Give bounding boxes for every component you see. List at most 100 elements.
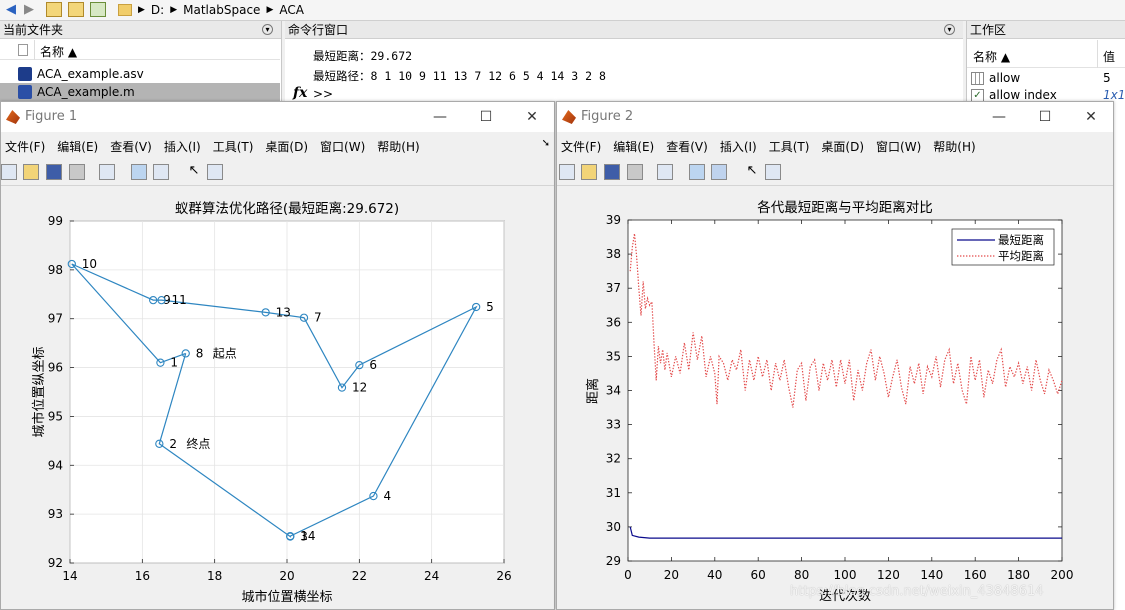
figure-1-title: Figure 1 [25,109,78,124]
y-tick-label: 95 [48,409,63,423]
file-name[interactable]: ACA_example.asv [37,67,144,81]
pane-menu-icon[interactable]: ▾ [262,24,273,35]
menu-file[interactable]: 文件(F) [557,138,609,155]
maximize-button[interactable]: ☐ [464,102,508,132]
chart-title: 蚁群算法优化路径(最短距离:29.672) [175,200,399,217]
close-button[interactable]: ✕ [510,102,554,132]
menu-insert[interactable]: 插入(I) [160,138,209,155]
breadcrumb-drive[interactable]: D: [151,3,164,17]
variable-value: 1x1 [1103,88,1125,102]
address-bar: ◀ ▶ ▶ D: ▶ MatlabSpace ▶ ACA [0,0,1125,21]
close-button[interactable]: ✕ [1069,102,1113,132]
print-icon[interactable] [69,164,85,180]
value-column-header[interactable]: 值 [1103,48,1115,65]
menu-dock-icon[interactable]: ➘ [542,138,550,149]
menu-edit[interactable]: 编辑(E) [609,138,662,155]
variable-row[interactable]: allow 5 [967,70,1125,87]
maximize-button[interactable]: ☐ [1023,102,1067,132]
figure-2-window: Figure 2 — ☐ ✕ 文件(F) 编辑(E) 查看(V) 插入(I) 工… [556,101,1114,610]
y-tick-label: 29 [606,554,621,568]
legend-icon[interactable] [153,164,169,180]
x-tick-label: 26 [496,569,511,583]
menu-file[interactable]: 文件(F) [1,138,53,155]
colorbar-icon[interactable] [131,164,147,180]
new-figure-icon[interactable] [559,164,575,180]
pane-menu-icon[interactable]: ▾ [944,24,955,35]
file-list-header[interactable]: 名称 ▲ [0,40,280,60]
breadcrumb-separator-icon: ▶ [266,5,274,15]
city-label: 6 [369,358,377,372]
menu-window[interactable]: 窗口(W) [872,138,929,155]
output-line-path: 最短路径：8 1 10 9 11 13 7 12 6 5 4 14 3 2 8 [313,69,606,83]
legend-label-shortest: 最短距离 [998,233,1044,247]
city-label: 5 [486,300,494,314]
property-inspector-icon[interactable] [207,164,223,180]
command-window-header: 命令行窗口 ▾ [285,21,963,39]
file-name[interactable]: ACA_example.m [37,85,135,99]
city-label: 11 [172,293,187,307]
menu-window[interactable]: 窗口(W) [316,138,373,155]
pointer-icon[interactable]: ↖ [186,164,202,180]
x-tick-label: 0 [624,568,632,582]
save-icon[interactable] [604,164,620,180]
file-row-selected[interactable]: ACA_example.m [0,83,280,101]
figure-2-titlebar[interactable]: Figure 2 — ☐ ✕ [557,102,1113,132]
link-plot-icon[interactable] [657,164,673,180]
figure-1-titlebar[interactable]: Figure 1 — ☐ ✕ [1,102,554,132]
figure-2-canvas: 0 20 40 60 80 100 120 140 160 180 200 29 30 31 32 33 34 3… [585,199,1073,604]
colorbar-icon[interactable] [689,164,705,180]
back-icon[interactable]: ◀ [3,2,19,18]
y-tick-label: 98 [48,263,63,277]
fx-icon[interactable]: fx [293,85,307,101]
property-inspector-icon[interactable] [765,164,781,180]
variable-name[interactable]: allow [989,71,1020,85]
breadcrumb: ▶ D: ▶ MatlabSpace ▶ ACA [118,2,304,18]
legend: 最短距离 平均距离 [951,228,1055,266]
menu-edit[interactable]: 编辑(E) [53,138,106,155]
menu-view[interactable]: 查看(V) [106,138,160,155]
menu-desktop[interactable]: 桌面(D) [817,138,872,155]
variable-name[interactable]: allow index [989,88,1057,102]
legend-label-average: 平均距离 [998,249,1044,263]
name-column-header[interactable]: 名称 ▲ [40,43,77,60]
y-tick-label: 36 [606,315,621,329]
menu-view[interactable]: 查看(V) [662,138,716,155]
legend-icon[interactable] [711,164,727,180]
y-axis-label: 城市位置纵坐标 [31,346,47,437]
breadcrumb-current[interactable]: ACA [279,3,304,17]
breadcrumb-folder[interactable]: MatlabSpace [183,3,260,17]
forward-icon[interactable]: ▶ [21,2,37,18]
menu-tools[interactable]: 工具(T) [765,138,818,155]
city-label: 14 [300,529,315,543]
up-folder-icon[interactable] [46,2,62,17]
link-plot-icon[interactable] [99,164,115,180]
menu-help[interactable]: 帮助(H) [929,138,983,155]
new-figure-icon[interactable] [1,164,17,180]
x-tick-label: 24 [424,569,439,583]
city-label: 8 [196,346,204,360]
open-file-icon[interactable] [581,164,597,180]
menu-tools[interactable]: 工具(T) [209,138,262,155]
y-tick-label: 35 [606,349,621,363]
menu-insert[interactable]: 插入(I) [716,138,765,155]
browse-folder-icon[interactable] [68,2,84,17]
file-row[interactable]: ACA_example.asv [0,65,280,83]
command-prompt[interactable]: >> [313,87,333,101]
name-column-header[interactable]: 名称 ▲ [973,48,1010,65]
minimize-button[interactable]: — [418,102,462,132]
save-icon[interactable] [46,164,62,180]
y-tick-label: 93 [48,507,63,521]
x-tick-label: 20 [279,569,294,583]
menu-desktop[interactable]: 桌面(D) [261,138,316,155]
matlab-logo-icon [6,110,20,124]
breadcrumb-separator-icon: ▶ [170,5,178,15]
menu-help[interactable]: 帮助(H) [373,138,427,155]
y-tick-label: 32 [606,452,621,466]
open-file-icon[interactable] [23,164,39,180]
minimize-button[interactable]: — [977,102,1021,132]
pointer-icon[interactable]: ↖ [744,164,760,180]
find-files-icon[interactable] [90,2,106,17]
city-label: 7 [314,311,322,325]
print-icon[interactable] [627,164,643,180]
y-tick-label: 99 [48,214,63,228]
